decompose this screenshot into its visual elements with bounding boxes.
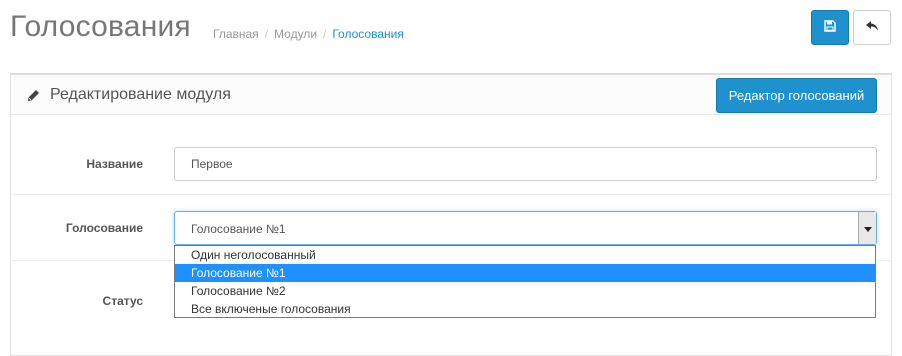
back-button[interactable] xyxy=(853,10,891,45)
save-button[interactable] xyxy=(811,10,849,45)
breadcrumb-votes-link[interactable]: Голосования xyxy=(332,27,403,41)
name-label: Название xyxy=(86,157,143,171)
name-input[interactable] xyxy=(174,147,877,181)
breadcrumb: Главная / Модули / Голосования xyxy=(213,27,404,41)
vote-option[interactable]: Голосование №2 xyxy=(175,282,875,300)
vote-option[interactable]: Все включеные голосования xyxy=(175,300,875,318)
breadcrumb-separator: / xyxy=(264,27,269,41)
vote-select-arrow[interactable] xyxy=(858,212,876,244)
form-group-name: Название xyxy=(11,116,891,195)
pencil-icon xyxy=(27,89,40,102)
breadcrumb-home-link[interactable]: Главная xyxy=(213,27,259,41)
vote-label: Голосование xyxy=(65,221,143,235)
breadcrumb-modules-link[interactable]: Модули xyxy=(274,27,317,41)
status-label: Статус xyxy=(102,294,143,308)
floppy-disk-icon xyxy=(824,20,836,35)
page-title: Голосования xyxy=(10,10,191,43)
vote-editor-button[interactable]: Редактор голосований xyxy=(716,78,877,113)
triangle-down-icon xyxy=(863,219,872,237)
panel-title-text: Редактирование модуля xyxy=(50,86,231,103)
vote-select[interactable]: Голосование №1 xyxy=(174,211,877,245)
vote-dropdown-list: Один неголосованный Голосование №1 Голос… xyxy=(174,245,876,318)
vote-option[interactable]: Один неголосованный xyxy=(175,246,875,264)
reply-arrow-icon xyxy=(865,20,879,35)
panel-heading: Редактирование модуля Редактор голосован… xyxy=(11,75,891,115)
vote-option-selected[interactable]: Голосование №1 xyxy=(175,264,875,282)
vote-select-value: Голосование №1 xyxy=(191,222,286,236)
panel-title: Редактирование модуля xyxy=(27,86,231,104)
breadcrumb-separator: / xyxy=(323,27,327,41)
